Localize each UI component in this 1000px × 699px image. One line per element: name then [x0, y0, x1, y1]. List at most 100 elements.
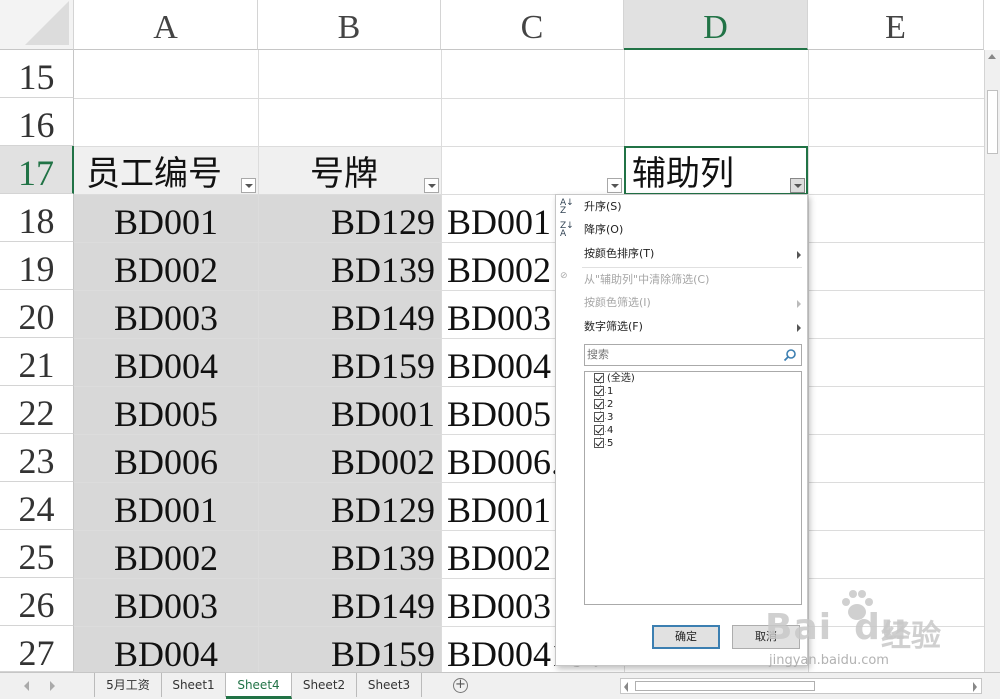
- column-header-d[interactable]: D: [624, 0, 808, 50]
- filter-option-label: 1: [607, 386, 614, 397]
- sheet-tab-sheet3[interactable]: Sheet3: [357, 673, 422, 697]
- cell-a27[interactable]: BD004: [74, 626, 258, 672]
- cell-b20[interactable]: BD149: [258, 290, 441, 338]
- next-sheet-icon[interactable]: [50, 681, 55, 691]
- cell-c24[interactable]: BD001: [447, 482, 555, 530]
- row-header[interactable]: 24: [0, 482, 74, 530]
- cell-a22[interactable]: BD005: [74, 386, 258, 434]
- menu-filter-by-color-label: 按颜色筛选(I): [584, 296, 651, 309]
- grid-line: [74, 98, 984, 99]
- column-header-c[interactable]: C: [441, 0, 624, 50]
- cell-a20[interactable]: BD003: [74, 290, 258, 338]
- column-header-row: A B C D E: [0, 0, 1000, 50]
- filter-option-4[interactable]: 4: [594, 424, 614, 437]
- filter-dropdown-button-a[interactable]: [241, 178, 256, 193]
- add-sheet-button[interactable]: +: [453, 678, 468, 693]
- checkbox-checked[interactable]: [594, 412, 604, 422]
- cell-b24[interactable]: BD129: [258, 482, 441, 530]
- sheet-tab-sheet1[interactable]: Sheet1: [162, 673, 226, 697]
- row-header[interactable]: 27: [0, 626, 74, 673]
- sheet-tab-sheet2[interactable]: Sheet2: [292, 673, 357, 697]
- column-header-b[interactable]: B: [258, 0, 441, 50]
- cell-a18[interactable]: BD001: [74, 194, 258, 242]
- checkbox-checked[interactable]: [594, 425, 604, 435]
- checkbox-checked[interactable]: [594, 373, 604, 383]
- cell-b22[interactable]: BD001: [258, 386, 441, 434]
- cell-c19[interactable]: BD002: [447, 242, 555, 290]
- cell-a25[interactable]: BD002: [74, 530, 258, 578]
- row-header[interactable]: 18: [0, 194, 74, 242]
- cell-a21[interactable]: BD004: [74, 338, 258, 386]
- menu-clear-filter-label: 从"辅助列"中清除筛选(C): [584, 273, 710, 286]
- horizontal-scroll-thumb[interactable]: [635, 681, 815, 691]
- cell-c20[interactable]: BD003: [447, 290, 555, 338]
- sheet-tab-may-salary[interactable]: 5月工资: [94, 673, 162, 697]
- cell-c22[interactable]: BD005: [447, 386, 555, 434]
- select-all-corner[interactable]: [0, 0, 74, 50]
- filter-dropdown-button-b[interactable]: [424, 178, 439, 193]
- checkbox-checked[interactable]: [594, 386, 604, 396]
- checkbox-checked[interactable]: [594, 399, 604, 409]
- header-cell-plate[interactable]: 号牌: [310, 146, 441, 194]
- sheet-tab-bar: 5月工资 Sheet1 Sheet4 Sheet2 Sheet3 +: [0, 672, 1000, 699]
- sheet-tab-sheet4[interactable]: Sheet4: [226, 673, 292, 699]
- menu-sort-descending-label: 降序(O): [584, 223, 624, 236]
- cell-b26[interactable]: BD149: [258, 578, 441, 626]
- cell-a23[interactable]: BD006: [74, 434, 258, 482]
- sort-descending-icon: Z↓ A: [560, 221, 574, 239]
- filter-search-box[interactable]: [584, 344, 802, 366]
- prev-sheet-icon[interactable]: [24, 681, 29, 691]
- cell-b21[interactable]: BD159: [258, 338, 441, 386]
- menu-sort-ascending[interactable]: A↓ Z 升序(S): [556, 196, 809, 218]
- scroll-left-icon[interactable]: [624, 682, 628, 692]
- cell-b19[interactable]: BD139: [258, 242, 441, 290]
- filter-option-3[interactable]: 3: [594, 411, 613, 424]
- row-header[interactable]: 21: [0, 338, 74, 386]
- filter-option-label: 4: [607, 425, 614, 436]
- row-header[interactable]: 25: [0, 530, 74, 578]
- row-header[interactable]: 15: [0, 50, 74, 98]
- row-header[interactable]: 17: [0, 146, 74, 194]
- cell-a26[interactable]: BD003: [74, 578, 258, 626]
- cell-a19[interactable]: BD002: [74, 242, 258, 290]
- filter-option-select-all[interactable]: (全选): [594, 372, 635, 385]
- watermark-url: jingyan.baidu.com: [769, 653, 889, 668]
- row-header[interactable]: 23: [0, 434, 74, 482]
- cell-c25[interactable]: BD002: [447, 530, 555, 578]
- column-header-e[interactable]: E: [808, 0, 984, 50]
- cell-c21[interactable]: BD004: [447, 338, 555, 386]
- filter-value-list: (全选) 1 2 3 4 5: [584, 371, 802, 605]
- vertical-scrollbar[interactable]: [984, 50, 1000, 672]
- checkbox-checked[interactable]: [594, 438, 604, 448]
- filter-option-1[interactable]: 1: [594, 385, 614, 398]
- cell-c18[interactable]: BD001: [447, 194, 555, 242]
- menu-sort-descending[interactable]: Z↓ A 降序(O): [556, 219, 809, 241]
- row-header[interactable]: 20: [0, 290, 74, 338]
- row-header[interactable]: 19: [0, 242, 74, 290]
- filter-option-2[interactable]: 2: [594, 398, 613, 411]
- filter-option-label: (全选): [607, 373, 635, 384]
- row-header[interactable]: 16: [0, 98, 74, 146]
- horizontal-scrollbar[interactable]: [620, 678, 982, 694]
- cell-b27[interactable]: BD159: [258, 626, 441, 672]
- cell-b23[interactable]: BD002: [258, 434, 441, 482]
- cell-c26[interactable]: BD003: [447, 578, 555, 626]
- filter-option-5[interactable]: 5: [594, 437, 613, 450]
- menu-number-filter[interactable]: 数字筛选(F): [556, 316, 809, 338]
- search-icon[interactable]: [783, 348, 797, 362]
- filter-dropdown-button-c[interactable]: [607, 178, 622, 193]
- row-header[interactable]: 22: [0, 386, 74, 434]
- cell-b25[interactable]: BD139: [258, 530, 441, 578]
- vertical-scroll-thumb[interactable]: [987, 90, 998, 154]
- scroll-right-icon[interactable]: [973, 682, 977, 692]
- header-cell-employee-id[interactable]: 员工编号: [86, 146, 258, 194]
- ok-button[interactable]: 确定: [652, 625, 720, 649]
- cell-c23[interactable]: BD006.: [447, 434, 555, 482]
- scroll-up-icon[interactable]: [988, 54, 996, 59]
- row-header[interactable]: 26: [0, 578, 74, 626]
- menu-sort-by-color[interactable]: 按颜色排序(T): [556, 243, 809, 265]
- filter-search-input[interactable]: [587, 345, 777, 364]
- column-header-a[interactable]: A: [74, 0, 258, 50]
- cell-b18[interactable]: BD129: [258, 194, 441, 242]
- cell-a24[interactable]: BD001: [74, 482, 258, 530]
